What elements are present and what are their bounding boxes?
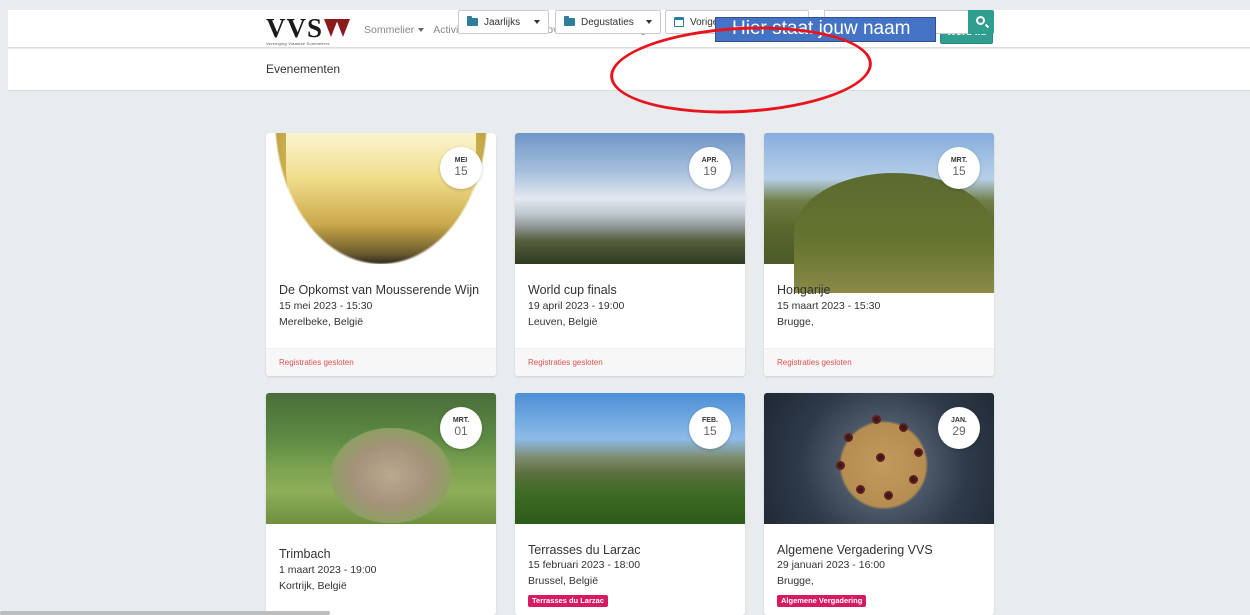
filter-bar: Evenementen: [8, 49, 1250, 91]
date-badge: APR. 19: [689, 147, 731, 189]
event-card[interactable]: MRT. 01 Trimbach 1 maart 2023 - 19:00 Kor…: [266, 393, 496, 615]
menu-label: Sommelier: [364, 24, 415, 36]
event-card[interactable]: JAN. 29 Algemene Vergadering VVS 29 janua…: [764, 393, 994, 615]
event-title[interactable]: Hongarije: [777, 283, 831, 297]
card-footer: Registraties gesloten: [764, 348, 994, 376]
event-location: Merelbeke, België: [279, 316, 364, 328]
event-date: 15 maart 2023 - 15:30: [777, 300, 881, 312]
date-badge: JAN. 29: [938, 407, 980, 449]
event-title[interactable]: Terrasses du Larzac: [528, 543, 641, 557]
card-footer: Registraties gesloten: [515, 348, 745, 376]
event-date: 19 april 2023 - 19:00: [528, 300, 625, 312]
event-title[interactable]: World cup finals: [528, 283, 617, 297]
event-card[interactable]: APR. 19 World cup finals 19 april 2023 - …: [515, 133, 745, 376]
logo-text: VVS: [266, 13, 324, 43]
page-title: Evenementen: [266, 62, 341, 76]
filter-tastings-dropdown[interactable]: Degustaties: [555, 10, 661, 34]
registration-status: Registraties gesloten: [279, 358, 354, 367]
search-button[interactable]: [968, 10, 994, 34]
date-badge: MEI 15: [440, 147, 482, 189]
name-banner: Hier staat jouw naam: [715, 17, 936, 42]
event-date: 29 januari 2023 - 16:00: [777, 559, 885, 571]
event-date: 1 maart 2023 - 19:00: [279, 564, 377, 576]
filter-label: Degustaties: [581, 16, 634, 28]
card-footer: Registraties gesloten: [266, 348, 496, 376]
vvs-logo[interactable]: VVS Vereniging Vlaamse Sommeliers: [266, 13, 351, 46]
date-badge: MRT. 15: [938, 147, 980, 189]
folder-icon: [564, 16, 575, 26]
date-badge: FEB. 15: [689, 407, 731, 449]
folder-icon: [467, 16, 478, 26]
event-card[interactable]: MRT. 15 Hongarije 15 maart 2023 - 15:30 B…: [764, 133, 994, 376]
calendar-icon: [674, 17, 684, 27]
search-icon: [976, 16, 985, 25]
logo-subtext: Vereniging Vlaamse Sommeliers: [266, 41, 330, 46]
registration-status: Registraties gesloten: [528, 358, 603, 367]
horizontal-scrollbar[interactable]: [0, 611, 330, 615]
event-location: Brussel, België: [528, 575, 599, 587]
event-card[interactable]: MEI 15 De Opkomst van Mousserende Wijn 15…: [266, 133, 496, 376]
filter-label: Jaarlijks: [484, 16, 521, 28]
date-badge: MRT. 01: [440, 407, 482, 449]
wine-glass-icon: [336, 19, 351, 37]
event-date: 15 mei 2023 - 15:30: [279, 300, 373, 312]
caret-down-icon: [646, 20, 652, 24]
caret-down-icon: [418, 28, 425, 32]
event-card[interactable]: FEB. 15 Terrasses du Larzac 15 februari 2…: [515, 393, 745, 615]
event-title[interactable]: De Opkomst van Mousserende Wijn: [279, 283, 479, 297]
caret-down-icon: [534, 20, 540, 24]
menu-item-sommelier[interactable]: Sommelier: [364, 24, 425, 36]
event-location: Leuven, België: [528, 316, 598, 328]
filter-yearly-dropdown[interactable]: Jaarlijks: [458, 10, 549, 34]
event-tag[interactable]: Terrasses du Larzac: [528, 595, 608, 607]
event-title[interactable]: Algemene Vergadering VVS: [777, 543, 933, 557]
registration-status: Registraties gesloten: [777, 358, 852, 367]
event-location: Brugge,: [777, 575, 814, 587]
event-date: 15 februari 2023 - 18:00: [528, 559, 641, 571]
event-title[interactable]: Trimbach: [279, 547, 331, 561]
event-tag[interactable]: Algemene Vergadering: [777, 595, 867, 607]
event-location: Brugge,: [777, 316, 814, 328]
event-location: Kortrijk, België: [279, 580, 347, 592]
